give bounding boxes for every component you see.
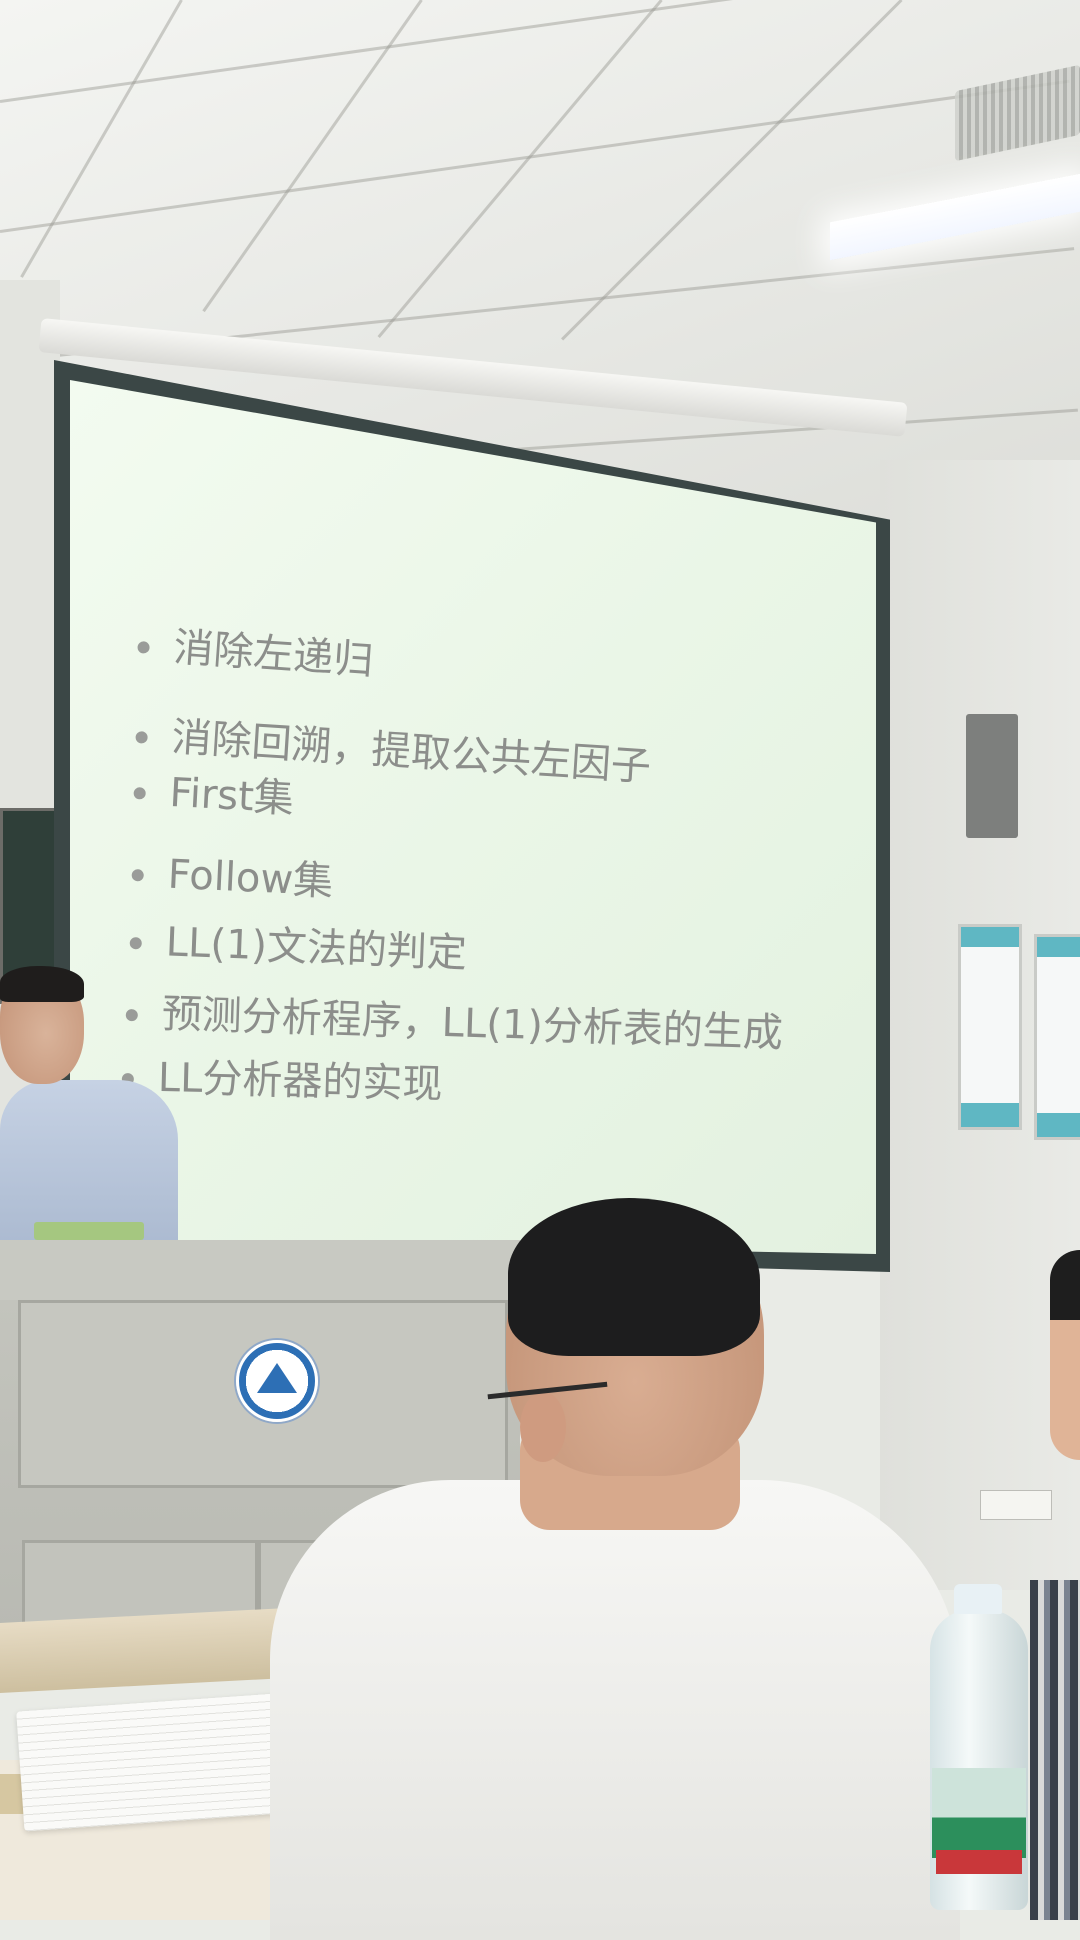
student-white-shirt	[270, 1480, 960, 1940]
teacher-hair	[0, 966, 84, 1002]
bottle-label	[932, 1768, 1026, 1858]
podium-top	[0, 1240, 520, 1300]
side-student-plaid-shirt	[1030, 1580, 1080, 1920]
ceiling-grid-line	[0, 0, 1070, 103]
ceiling-grid-line	[377, 0, 663, 339]
wall-poster	[1034, 934, 1080, 1140]
student-hair	[508, 1198, 760, 1356]
book-on-podium	[34, 1222, 144, 1240]
university-logo-icon	[236, 1340, 318, 1422]
bottle-cap	[954, 1584, 1002, 1614]
wall-speaker	[966, 714, 1018, 838]
wall-poster	[958, 924, 1022, 1130]
ceiling-grid-line	[202, 0, 423, 313]
projection-screen	[70, 380, 876, 1254]
bottle-label-stripe	[936, 1850, 1022, 1874]
ceiling-grid-line	[561, 0, 903, 341]
ceiling-grid-line	[20, 0, 183, 278]
power-socket	[980, 1490, 1052, 1520]
